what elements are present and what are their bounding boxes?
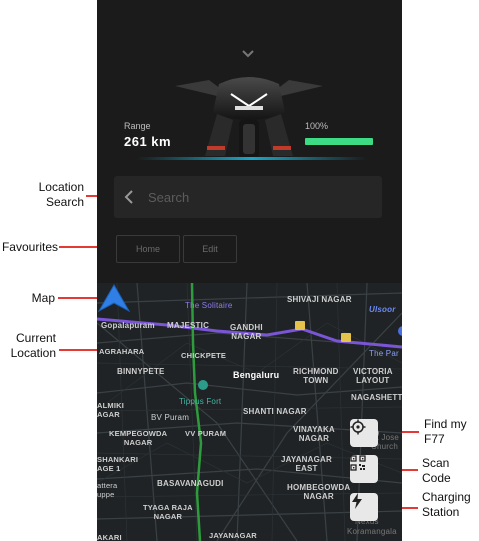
callout-favourites: Favourites bbox=[1, 240, 58, 254]
map-label-basavanagudi: BASAVANAGUDI bbox=[157, 479, 224, 488]
location-search-bar[interactable]: Search bbox=[114, 176, 382, 218]
map-label-victoria-layout: VICTORIA LAYOUT bbox=[353, 367, 393, 385]
map-label-vv-puram: VV PURAM bbox=[185, 429, 227, 438]
map-label-almiki-agar: ALMIKI AGAR bbox=[97, 401, 125, 419]
map-label-agrahara: AGRAHARA bbox=[99, 347, 145, 356]
map-label-the-par: The Par bbox=[369, 349, 399, 358]
lightning-icon bbox=[352, 493, 362, 509]
map-label-nagashett: NAGASHETT bbox=[351, 393, 402, 402]
chevron-down-icon[interactable] bbox=[240, 48, 256, 60]
range-label: Range bbox=[124, 121, 151, 131]
map-label-gopalapuram: Gopalapuram bbox=[101, 321, 155, 330]
callout-charging-station: Charging Station bbox=[422, 490, 471, 519]
map-label-akari: AKARI bbox=[97, 533, 122, 541]
callout-location-search: Location Search bbox=[38, 180, 84, 209]
qr-code-icon bbox=[350, 455, 366, 471]
map-label-koramangala: Koramangala bbox=[347, 527, 397, 536]
map-label-shanti-nagar: SHANTI NAGAR bbox=[243, 407, 307, 416]
callout-find-my: Find my F77 bbox=[424, 417, 467, 446]
battery-percent: 100% bbox=[305, 121, 329, 131]
app-screen: Range 261 km 100% Search Home Edit The S… bbox=[97, 0, 402, 541]
range-value: 261 km bbox=[124, 134, 172, 149]
charging-station-button[interactable] bbox=[350, 493, 378, 521]
map-label-attera: attera uppe bbox=[97, 481, 118, 499]
battery-bar bbox=[305, 138, 373, 145]
scan-code-button[interactable] bbox=[350, 455, 378, 483]
map-label-bengaluru: Bengaluru bbox=[233, 370, 280, 380]
motorcycle-image bbox=[175, 77, 323, 158]
map-view[interactable]: The Solitaire SHIVAJI NAGAR Ulsoor Gopal… bbox=[97, 283, 402, 541]
find-my-f77-button[interactable] bbox=[350, 419, 378, 447]
map-label-bv-puram: BV Puram bbox=[151, 413, 190, 422]
map-label-vinayaka-nagar: VINAYAKA NAGAR bbox=[293, 425, 335, 443]
callout-scan-code: Scan Code bbox=[422, 456, 451, 485]
callout-map: Map bbox=[31, 291, 55, 305]
map-label-majestic: MAJESTIC bbox=[167, 321, 210, 330]
bike-glow-line bbox=[137, 157, 367, 160]
map-label-shivaji-nagar: SHIVAJI NAGAR bbox=[287, 295, 352, 304]
map-label-jayanagar-east: JAYANAGAR EAST bbox=[281, 455, 333, 473]
map-label-jayanagar: JAYANAGAR bbox=[209, 531, 257, 540]
map-label-gandhi-nagar: GANDHI NAGAR bbox=[230, 323, 263, 341]
callout-current-location: Current Location bbox=[10, 331, 56, 360]
map-label-ulsoor: Ulsoor bbox=[369, 305, 396, 314]
map-label-tippus-fort: Tippus Fort bbox=[179, 397, 222, 406]
map-label-kempegowda-nagar: KEMPEGOWDA NAGAR bbox=[109, 429, 168, 447]
favourite-home-button[interactable]: Home bbox=[116, 235, 180, 263]
map-label-hombegowda-nagar: HOMBEGOWDA NAGAR bbox=[287, 483, 351, 501]
map-label-richmond-town: RICHMOND TOWN bbox=[293, 367, 339, 385]
map-label-binnypete: BINNYPETE bbox=[117, 367, 165, 376]
current-location-icon bbox=[97, 283, 131, 313]
search-input[interactable]: Search bbox=[148, 190, 189, 205]
crosshair-icon bbox=[350, 419, 366, 435]
map-label-tyaga-raja-nagar: TYAGA RAJA NAGAR bbox=[143, 503, 193, 521]
favourite-edit-button[interactable]: Edit bbox=[183, 235, 237, 263]
battery-bar-fill bbox=[305, 138, 373, 145]
back-chevron-icon[interactable] bbox=[124, 189, 134, 205]
map-label-shankari: SHANKARI AGE 1 bbox=[97, 455, 139, 473]
map-label-solitaire: The Solitaire bbox=[185, 301, 233, 310]
map-label-chickpete: CHICKPETE bbox=[181, 351, 227, 360]
